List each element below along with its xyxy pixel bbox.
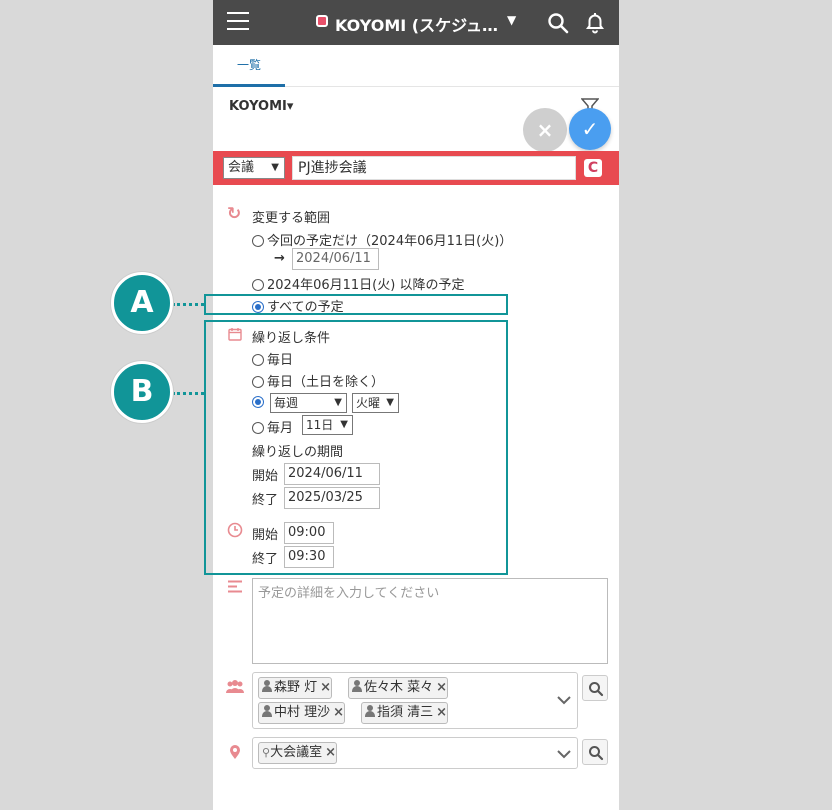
remove-chip-icon[interactable]: × [436, 705, 447, 720]
subject-input[interactable]: PJ進捗会議 [292, 156, 576, 180]
event-title-bar: 会議 ▼ PJ進捗会議 C [213, 151, 619, 185]
scope-option-label: 今回の予定だけ（2024年06月11日(火)） [267, 234, 513, 249]
refresh-icon[interactable]: C [584, 159, 602, 177]
event-type-select[interactable]: 会議 ▼ [223, 157, 285, 179]
arrow-right-icon: → [274, 251, 285, 266]
details-textarea[interactable]: 予定の詳細を入力してください [252, 578, 608, 664]
facility-chip: ⚲大会議室 × [258, 742, 337, 764]
scope-option-label: 2024年06月11日(火) 以降の予定 [267, 278, 465, 293]
participant-name: 佐々木 菜々 [364, 680, 434, 695]
callout-a-leader [172, 303, 204, 306]
remove-chip-icon[interactable]: × [325, 745, 336, 760]
participant-name: 指須 清三 [377, 705, 434, 720]
facility-field[interactable]: ⚲大会議室 × [252, 737, 578, 769]
participants-field[interactable]: 森野 灯 × 佐々木 菜々 × 中村 理沙 × 指須 清三 × [252, 672, 578, 729]
participants-icon [226, 680, 244, 693]
remove-chip-icon[interactable]: × [436, 680, 447, 695]
location-pin-icon [230, 745, 240, 759]
event-type-value: 会議 [228, 160, 255, 175]
radio-icon[interactable] [252, 235, 264, 247]
callout-badge-a: A [111, 272, 173, 334]
participant-chip: 佐々木 菜々 × [348, 677, 449, 699]
top-bar: KOYOMI (スケジュ… ▼ [213, 0, 619, 45]
participant-search-button[interactable] [582, 675, 608, 701]
radio-icon[interactable] [252, 279, 264, 291]
user-icon [262, 705, 272, 717]
scope-option-after[interactable]: 2024年06月11日(火) 以降の予定 [252, 274, 464, 293]
callout-badge-b: B [111, 361, 173, 423]
participant-name: 森野 灯 [274, 680, 318, 695]
user-icon [365, 705, 375, 717]
cancel-button[interactable]: × [523, 108, 567, 152]
highlight-frame-a [204, 294, 508, 315]
repeat-icon: ↻ [227, 204, 242, 224]
facility-name: 大会議室 [270, 745, 323, 760]
participant-chip: 指須 清三 × [361, 702, 449, 724]
hamburger-menu-icon[interactable] [227, 12, 249, 32]
tab-list[interactable]: 一覧 [213, 45, 285, 87]
app-logo-icon [316, 15, 328, 27]
search-icon[interactable] [547, 12, 569, 34]
calendar-selector[interactable]: KOYOMI▾ [229, 99, 293, 114]
app-switch-caret-icon[interactable]: ▼ [507, 13, 516, 27]
bell-icon[interactable] [584, 11, 606, 35]
participant-chip: 森野 灯 × [258, 677, 333, 699]
participant-name: 中村 理沙 [274, 705, 331, 720]
move-date-input[interactable]: 2024/06/11 [292, 248, 379, 270]
confirm-button[interactable]: ✓ [569, 108, 611, 150]
chevron-down-icon: ▼ [271, 162, 279, 173]
chevron-down-icon[interactable] [557, 695, 571, 705]
facility-search-button[interactable] [582, 739, 608, 765]
highlight-frame-b [204, 320, 508, 575]
app-title[interactable]: KOYOMI (スケジュ… [335, 12, 498, 36]
scope-option-this-only[interactable]: 今回の予定だけ（2024年06月11日(火)） [252, 230, 512, 249]
user-icon [352, 680, 362, 692]
participant-chip: 中村 理沙 × [258, 702, 346, 724]
pin-icon: ⚲ [262, 746, 271, 759]
user-icon [262, 680, 272, 692]
details-icon [228, 580, 242, 593]
search-icon [589, 682, 604, 697]
tab-bar: 一覧 [213, 45, 619, 87]
remove-chip-icon[interactable]: × [333, 705, 344, 720]
search-icon [589, 746, 604, 761]
remove-chip-icon[interactable]: × [320, 680, 331, 695]
chevron-down-icon[interactable] [557, 749, 571, 759]
scope-heading: 変更する範囲 [252, 211, 331, 226]
callout-b-leader [172, 392, 204, 395]
